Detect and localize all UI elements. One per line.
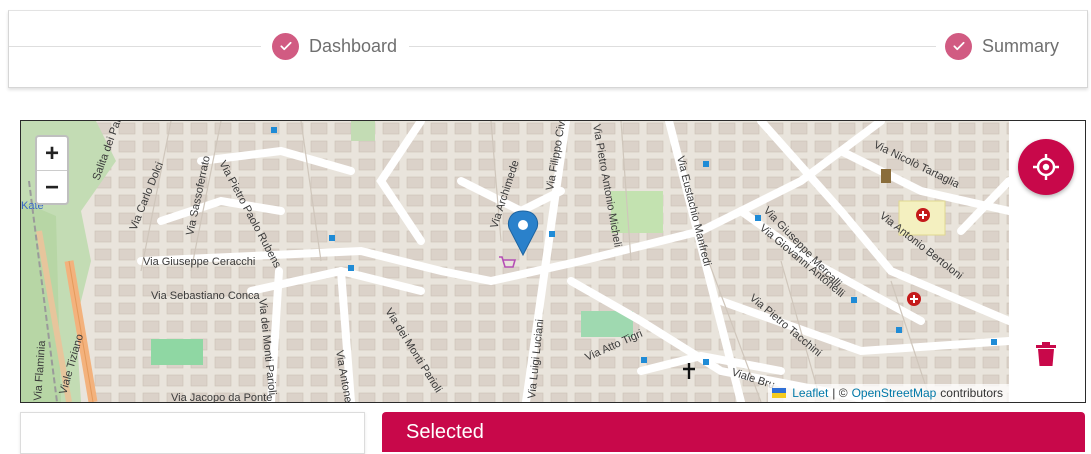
svg-text:Via Giuseppe Ceracchi: Via Giuseppe Ceracchi: [143, 256, 255, 268]
trash-icon: [1036, 342, 1056, 366]
step-label: Summary: [982, 35, 1060, 56]
ukraine-flag-icon: [772, 388, 787, 398]
crosshair-icon: [1033, 154, 1059, 180]
map-attribution: Leaflet | © OpenStreetMap contributors: [768, 384, 1009, 402]
step-summary[interactable]: Summary: [945, 32, 1059, 60]
zoom-in-button[interactable]: +: [37, 137, 67, 170]
leaflet-link[interactable]: Leaflet: [792, 386, 828, 400]
delete-button[interactable]: [1033, 340, 1059, 368]
selected-panel-title: Selected: [406, 421, 484, 443]
step-connector-left: [9, 46, 261, 47]
selected-panel-header: Selected: [382, 412, 1085, 452]
openstreetmap-link[interactable]: OpenStreetMap: [852, 386, 937, 400]
info-card: [20, 412, 365, 454]
map-view[interactable]: Salita dei Parioli Via Carlo Dolci Via S…: [21, 121, 1009, 402]
zoom-control: + −: [35, 135, 69, 205]
step-connector-middle: [409, 46, 936, 47]
svg-text:Via Jacopo da Ponte: Via Jacopo da Ponte: [171, 392, 272, 402]
step-label: Dashboard: [309, 35, 398, 56]
locate-button[interactable]: [1018, 139, 1074, 195]
attribution-contributors: contributors: [940, 386, 1003, 400]
step-dashboard[interactable]: Dashboard: [272, 32, 397, 60]
check-icon: [945, 32, 972, 60]
check-icon: [272, 32, 299, 60]
attribution-separator: | ©: [832, 386, 848, 400]
map-card: Salita dei Parioli Via Carlo Dolci Via S…: [20, 120, 1086, 403]
zoom-out-button[interactable]: −: [37, 170, 67, 204]
map-tiles: Salita dei Parioli Via Carlo Dolci Via S…: [21, 121, 1009, 402]
svg-text:Via Sebastiano Conca: Via Sebastiano Conca: [151, 290, 261, 302]
stepper: Dashboard Summary: [8, 10, 1088, 88]
